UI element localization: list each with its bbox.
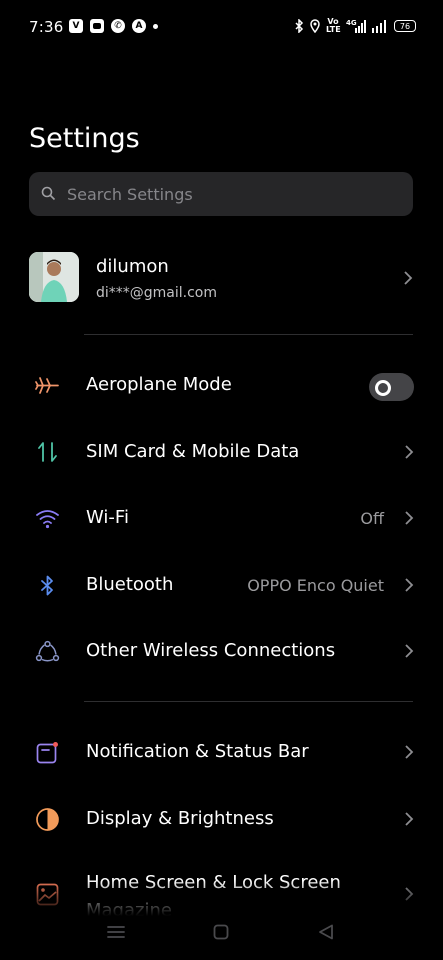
notification-status-bar-label: Notification & Status Bar xyxy=(86,741,309,762)
notification-status-bar-row[interactable]: Notification & Status Bar xyxy=(0,724,443,780)
display-brightness-row[interactable]: Display & Brightness xyxy=(0,791,443,847)
bluetooth-row[interactable]: Bluetooth OPPO Enco Quiet xyxy=(0,557,443,613)
bluetooth-label: Bluetooth xyxy=(86,574,174,595)
divider xyxy=(84,334,413,335)
search-placeholder: Search Settings xyxy=(67,185,193,204)
airplane-icon xyxy=(35,377,59,394)
chevron-right-icon xyxy=(405,644,414,658)
account-row[interactable]: dilumon di***@gmail.com xyxy=(29,250,413,306)
navigation-bar xyxy=(0,912,443,960)
sim-card-label: SIM Card & Mobile Data xyxy=(86,441,300,462)
chat-icon xyxy=(90,19,104,33)
chevron-right-icon xyxy=(405,445,414,459)
wifi-status-value: Off xyxy=(360,509,384,528)
avatar xyxy=(29,252,79,302)
chevron-right-icon xyxy=(404,271,413,285)
bluetooth-status-value: OPPO Enco Quiet xyxy=(247,576,384,595)
notification-icons: V ✆ A xyxy=(69,19,158,33)
status-time: 7:36 xyxy=(29,18,64,36)
menu-icon[interactable] xyxy=(107,924,125,940)
whatsapp-icon: ✆ xyxy=(111,19,125,33)
sim-card-mobile-data-row[interactable]: SIM Card & Mobile Data xyxy=(0,424,443,480)
wifi-row[interactable]: Wi-Fi Off xyxy=(0,490,443,546)
display-brightness-icon xyxy=(36,808,59,831)
page-title: Settings xyxy=(29,123,140,154)
account-name: dilumon xyxy=(96,256,169,277)
system-status-icons: Vo LTE 4G 76 xyxy=(295,18,416,34)
chevron-right-icon xyxy=(405,511,414,525)
aeroplane-mode-row[interactable]: Aeroplane Mode xyxy=(0,357,443,413)
other-wireless-connections-row[interactable]: Other Wireless Connections xyxy=(0,623,443,679)
aeroplane-mode-label: Aeroplane Mode xyxy=(86,374,232,395)
location-icon xyxy=(310,19,320,33)
notification-icon xyxy=(36,742,58,764)
search-input[interactable]: Search Settings xyxy=(29,172,413,216)
display-brightness-label: Display & Brightness xyxy=(86,808,274,829)
search-icon xyxy=(41,186,56,201)
bluetooth-status-icon xyxy=(295,19,304,33)
other-wireless-label: Other Wireless Connections xyxy=(86,640,336,661)
chevron-right-icon xyxy=(405,812,414,826)
wireless-connections-icon xyxy=(35,640,60,662)
wifi-label: Wi-Fi xyxy=(86,507,129,528)
signal-icon xyxy=(372,20,386,33)
back-icon[interactable] xyxy=(318,924,334,940)
volte-label: Vo LTE xyxy=(326,17,341,34)
status-bar: 7:36 V ✆ A Vo LTE 4G 76 xyxy=(0,0,443,56)
chevron-right-icon xyxy=(405,745,414,759)
battery-icon: 76 xyxy=(394,20,416,32)
aeroplane-mode-toggle[interactable] xyxy=(369,373,414,401)
wifi-icon xyxy=(36,510,59,529)
bluetooth-icon xyxy=(41,575,53,596)
more-notifications-dot xyxy=(153,23,158,29)
account-email: di***@gmail.com xyxy=(96,285,218,301)
v-app-icon: V xyxy=(69,19,83,33)
a-app-icon: A xyxy=(132,19,146,33)
toggle-knob xyxy=(375,380,391,396)
home-icon[interactable] xyxy=(213,924,229,940)
sim-data-icon xyxy=(38,442,57,462)
divider xyxy=(84,701,413,702)
chevron-right-icon xyxy=(405,578,414,592)
mobile-signal-icon: 4G xyxy=(346,19,366,33)
